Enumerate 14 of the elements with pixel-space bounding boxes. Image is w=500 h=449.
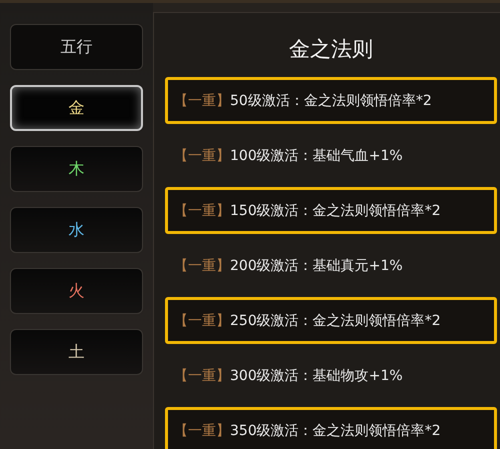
bonus-row-text: 【一重】100级激活：基础气血+1% [173,146,404,166]
element-tab[interactable]: 水 [10,207,143,253]
bonus-row: 【一重】350级激活：金之法则领悟倍率*2 [165,407,497,449]
sidebar-header: 五行 [10,24,143,70]
bonus-row: 【一重】50级激活：金之法则领悟倍率*2 [165,77,497,124]
bonus-row: 【一重】250级激活：金之法则领悟倍率*2 [165,297,497,344]
bonus-row-text: 【一重】200级激活：基础真元+1% [173,256,404,276]
bonus-row-text: 【一重】300级激活：基础物攻+1% [173,366,404,386]
bonus-row: 【一重】150级激活：金之法则领悟倍率*2 [165,187,497,234]
element-tab[interactable]: 木 [10,146,143,192]
element-tab[interactable]: 土 [10,329,143,375]
element-tab[interactable]: 火 [10,268,143,314]
element-tab[interactable]: 金 [10,85,143,131]
panel-title: 金之法则 [288,36,374,63]
